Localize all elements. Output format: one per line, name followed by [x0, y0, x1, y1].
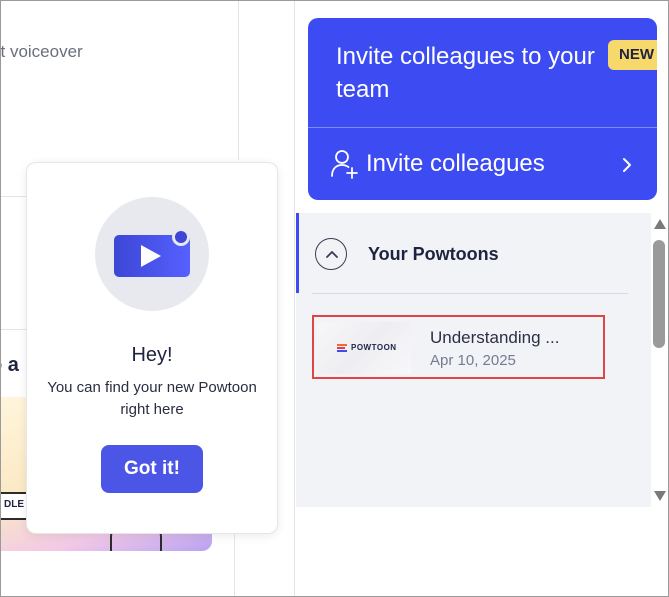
divider — [238, 0, 239, 160]
divider — [234, 530, 235, 597]
scroll-down-arrow-icon[interactable] — [654, 491, 666, 501]
invite-colleagues-button[interactable]: Invite colleagues — [308, 128, 657, 200]
chevron-right-icon — [623, 158, 631, 172]
collapse-section-button[interactable] — [315, 238, 347, 270]
tooltip-message: You can find your new Powtoon right here — [47, 379, 257, 418]
invite-colleagues-card: Invite colleagues to your team NEW Invit… — [308, 18, 657, 200]
scroll-up-arrow-icon[interactable] — [654, 219, 666, 229]
section-title: Your Powtoons — [368, 244, 499, 264]
video-notification-icon — [95, 197, 209, 311]
chevron-up-icon — [326, 251, 338, 258]
user-plus-icon — [331, 150, 358, 179]
invite-colleagues-label: Invite colleagues — [366, 150, 545, 177]
scroll-thumb[interactable] — [653, 240, 665, 348]
tooltip-title: Hey! — [131, 344, 173, 366]
notification-dot-icon — [172, 228, 190, 246]
invite-card-title: Invite colleagues to your team — [336, 43, 595, 103]
powtoon-title: Understanding ... — [430, 328, 560, 347]
powtoon-logo-icon — [337, 344, 347, 352]
divider — [294, 0, 295, 597]
panel-scrollbar[interactable] — [651, 215, 667, 505]
onboarding-tooltip: Hey! You can find your new Powtoon right… — [26, 162, 278, 534]
got-it-button[interactable]: Got it! — [101, 445, 203, 493]
powtoon-list-item[interactable]: POWTOON Understanding ... Apr 10, 2025 — [312, 315, 605, 379]
powtoon-logo-text: POWTOON — [351, 343, 397, 352]
voiceover-option-text[interactable]: ct voiceover — [0, 42, 120, 62]
powtoon-date: Apr 10, 2025 — [430, 352, 516, 369]
section-divider — [312, 293, 628, 294]
powtoon-thumbnail: POWTOON — [317, 322, 411, 374]
your-powtoons-panel: Your Powtoons POWTOON Understanding ... … — [296, 213, 651, 507]
new-badge: NEW — [608, 40, 657, 70]
active-indicator — [296, 213, 299, 293]
